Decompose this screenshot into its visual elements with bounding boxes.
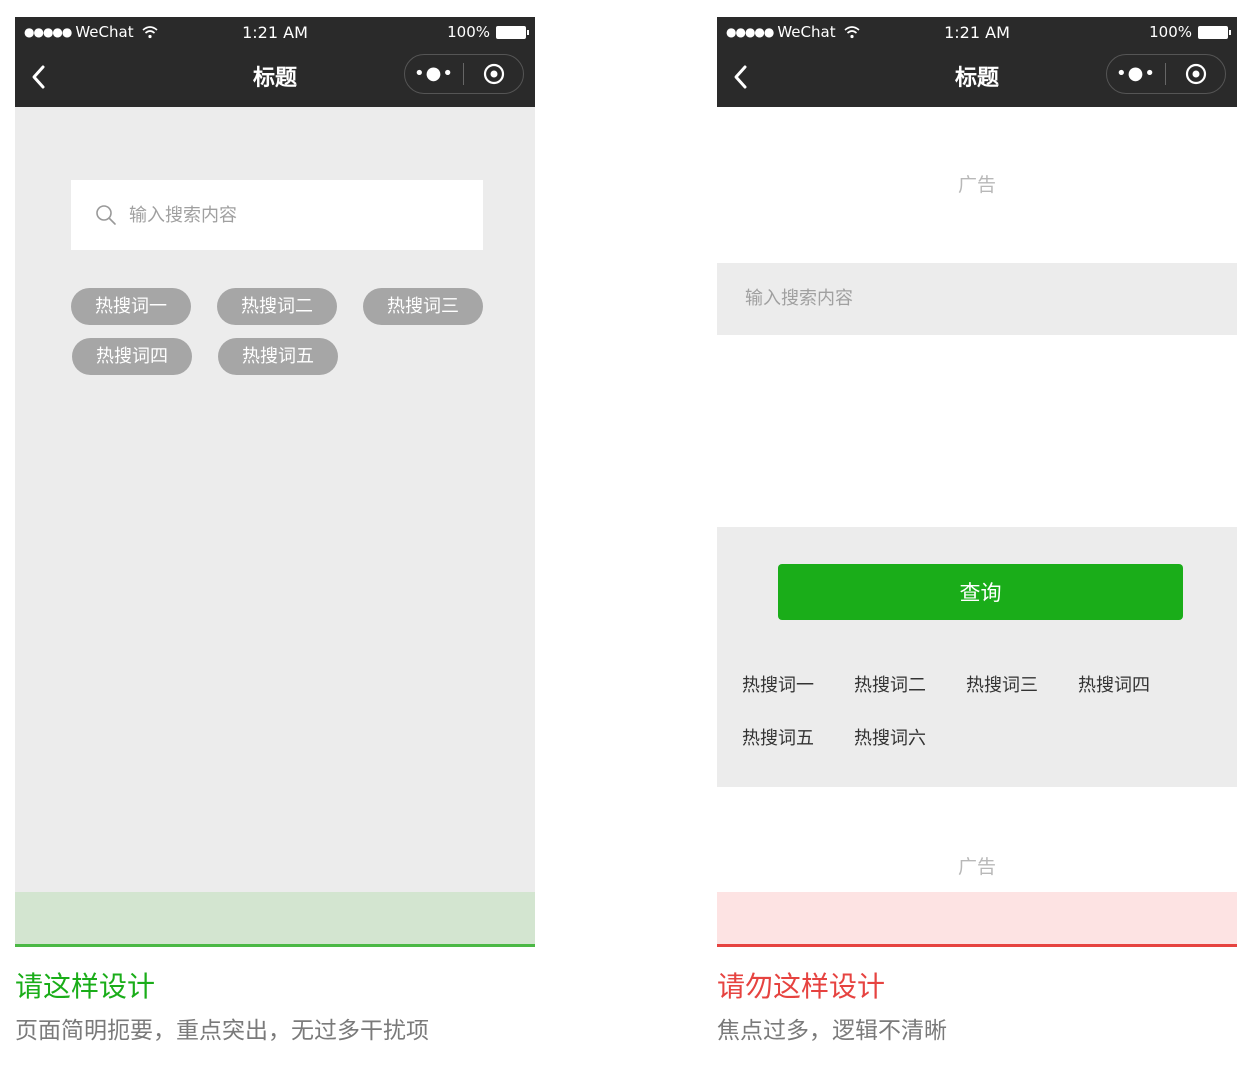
page-body: 广告 查询 热搜词一 热搜词二 热搜词三 热搜词四 热搜词五 热搜词六 广告 [717,107,1237,892]
hot-word-chip[interactable]: 热搜词五 [218,338,338,375]
battery-icon [496,25,529,39]
search-icon [96,205,116,225]
battery-label: 100% [447,23,490,41]
good-indicator-bar [15,892,535,944]
hot-word-chip[interactable]: 热搜词二 [217,288,337,325]
search-input[interactable] [743,287,1047,310]
menu-capsule: •●• [404,54,524,94]
status-bar: ●●●●● WeChat 1:21 AM 100% [15,17,535,49]
status-right: 100% [1149,23,1231,41]
hot-word-link[interactable]: 热搜词二 [854,671,926,697]
more-icon[interactable]: •●• [405,55,463,93]
nav-bar: 标题 •●• [15,49,535,107]
search-input[interactable] [127,203,431,227]
query-area: 查询 热搜词一 热搜词二 热搜词三 热搜词四 热搜词五 热搜词六 [717,527,1237,787]
status-right: 100% [447,23,529,41]
nav-bar: 标题 •●• [717,49,1237,107]
good-caption-title: 请这样设计 [15,970,156,1003]
close-button[interactable] [1166,63,1225,85]
status-bar: ●●●●● WeChat 1:21 AM 100% [717,17,1237,49]
search-box[interactable] [717,263,1237,335]
query-button[interactable]: 查询 [778,564,1183,620]
good-example-panel: ●●●●● WeChat 1:21 AM 100% 标题 •●• 输入搜索内容 … [15,17,535,1047]
search-box[interactable] [71,180,483,250]
close-button[interactable] [464,63,523,85]
more-icon[interactable]: •●• [1107,55,1165,93]
hot-word-chip[interactable]: 热搜词一 [71,288,191,325]
hot-word-link[interactable]: 热搜词三 [966,671,1038,697]
ad-banner-top[interactable]: 广告 [717,170,1237,197]
bad-caption-desc: 焦点过多，逻辑不清晰 [717,1018,947,1044]
hot-word-link[interactable]: 热搜词五 [742,724,814,750]
hot-word-link[interactable]: 热搜词六 [854,724,926,750]
good-indicator-line [15,944,535,947]
bad-indicator-line [717,944,1237,947]
hot-word-chip[interactable]: 热搜词四 [72,338,192,375]
phone-header: ●●●●● WeChat 1:21 AM 100% 标题 •●• [717,17,1237,107]
ad-banner-bottom[interactable]: 广告 [717,852,1237,879]
target-icon [483,63,504,85]
bad-indicator-bar [717,892,1237,944]
page-body: 热搜词一 热搜词二 热搜词三 热搜词四 热搜词五 [15,107,535,892]
bad-example-panel: ●●●●● WeChat 1:21 AM 100% 标题 •●• 广告 输入搜索… [717,17,1237,1047]
good-caption-desc: 页面简明扼要，重点突出，无过多干扰项 [15,1018,429,1044]
bad-caption-title: 请勿这样设计 [717,970,886,1003]
battery-icon [1198,25,1231,39]
hot-word-link[interactable]: 热搜词四 [1078,671,1150,697]
battery-label: 100% [1149,23,1192,41]
menu-capsule: •●• [1106,54,1226,94]
hot-word-link[interactable]: 热搜词一 [742,671,814,697]
target-icon [1185,63,1206,85]
phone-header: ●●●●● WeChat 1:21 AM 100% 标题 •●• [15,17,535,107]
hot-word-chip[interactable]: 热搜词三 [363,288,483,325]
